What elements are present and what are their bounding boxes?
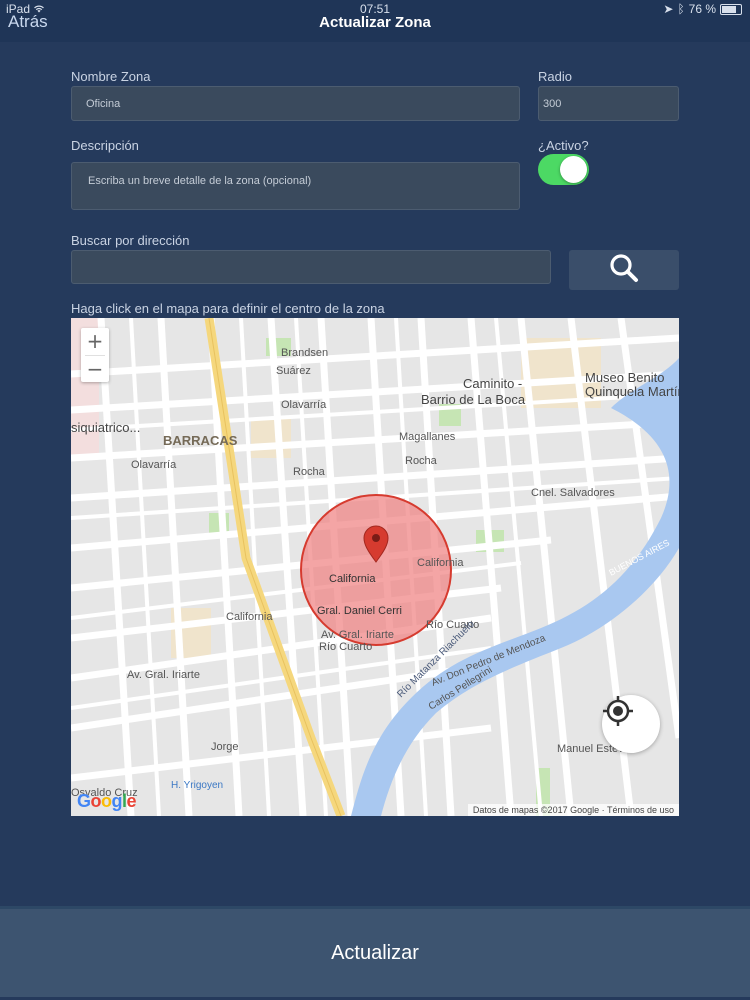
map-hint: Haga click en el mapa para definir el ce… [71, 301, 385, 316]
street-california: California [329, 573, 376, 585]
map-label-caminito: Caminito - [463, 376, 522, 391]
street-california-2: California [417, 557, 464, 569]
description-label: Descripción [71, 138, 139, 153]
zone-name-label: Nombre Zona [71, 69, 151, 84]
street-brandsen: Brandsen [281, 347, 328, 359]
search-button[interactable] [569, 250, 679, 290]
toggle-knob [560, 156, 587, 183]
search-icon [609, 253, 639, 288]
street-olavarria-2: Olavarría [131, 459, 177, 471]
map-label-quinquela: Quinquela Martín [585, 384, 679, 399]
street-daniel-cerri: Gral. Daniel Cerri [317, 605, 402, 617]
map-label-barracas: BARRACAS [163, 433, 238, 448]
street-magallanes: Magallanes [399, 431, 456, 443]
description-placeholder: Escriba un breve detalle de la zona (opc… [88, 175, 312, 187]
zoom-control: + − [81, 328, 109, 382]
my-location-button[interactable] [602, 695, 660, 753]
radius-label: Radio [538, 69, 572, 84]
map-label-la-boca: Barrio de La Boca [421, 392, 526, 407]
street-olavarria: Olavarría [281, 399, 327, 411]
address-label: Buscar por dirección [71, 233, 190, 248]
map-credits: Datos de mapas ©2017 Google · Términos d… [467, 804, 679, 816]
street-rio-cuarto-2: Río Cuarto [319, 641, 372, 653]
radius-input[interactable]: 300 [538, 86, 679, 121]
map-canvas[interactable]: BARRACAS Caminito - Barrio de La Boca Mu… [71, 318, 679, 816]
page-title: Actualizar Zona [319, 14, 431, 31]
map-data-credit: Datos de mapas ©2017 Google [472, 805, 600, 815]
street-rocha-2: Rocha [405, 455, 438, 467]
street-california-3: California [226, 611, 273, 623]
active-label: ¿Activo? [538, 138, 589, 153]
zoom-in-button[interactable]: + [81, 328, 109, 355]
update-button[interactable]: Actualizar [0, 906, 750, 997]
terms-link[interactable]: Términos de uso [607, 805, 674, 815]
street-salvadores: Cnel. Salvadores [531, 487, 615, 499]
street-jorge: Jorge [211, 741, 239, 753]
zoom-out-button[interactable]: − [81, 356, 109, 383]
street-rocha: Rocha [293, 466, 326, 478]
street-iriarte: Av. Gral. Iriarte [321, 629, 394, 641]
map-label-psiquiatrico: siquiatrico... [71, 420, 140, 435]
zone-name-value: Oficina [86, 97, 121, 110]
street-iriarte-2: Av. Gral. Iriarte [127, 669, 200, 681]
active-toggle[interactable] [538, 154, 589, 185]
map-label-museo: Museo Benito [585, 370, 665, 385]
battery-icon [720, 3, 742, 15]
map-label-yrigoyen: H. Yrigoyen [171, 780, 223, 791]
description-textarea[interactable]: Escriba un breve detalle de la zona (opc… [71, 162, 520, 210]
address-search-input[interactable] [71, 250, 551, 284]
zone-map[interactable]: BARRACAS Caminito - Barrio de La Boca Mu… [71, 318, 679, 816]
zone-name-input[interactable]: Oficina [71, 86, 520, 121]
google-logo: Google [77, 791, 137, 811]
radius-value: 300 [543, 97, 562, 110]
navigation-bar: iPad 07:51 ➤ ᛒ 76 % Atrás Actualizar Zon… [0, 0, 750, 42]
street-suarez: Suárez [276, 365, 311, 377]
